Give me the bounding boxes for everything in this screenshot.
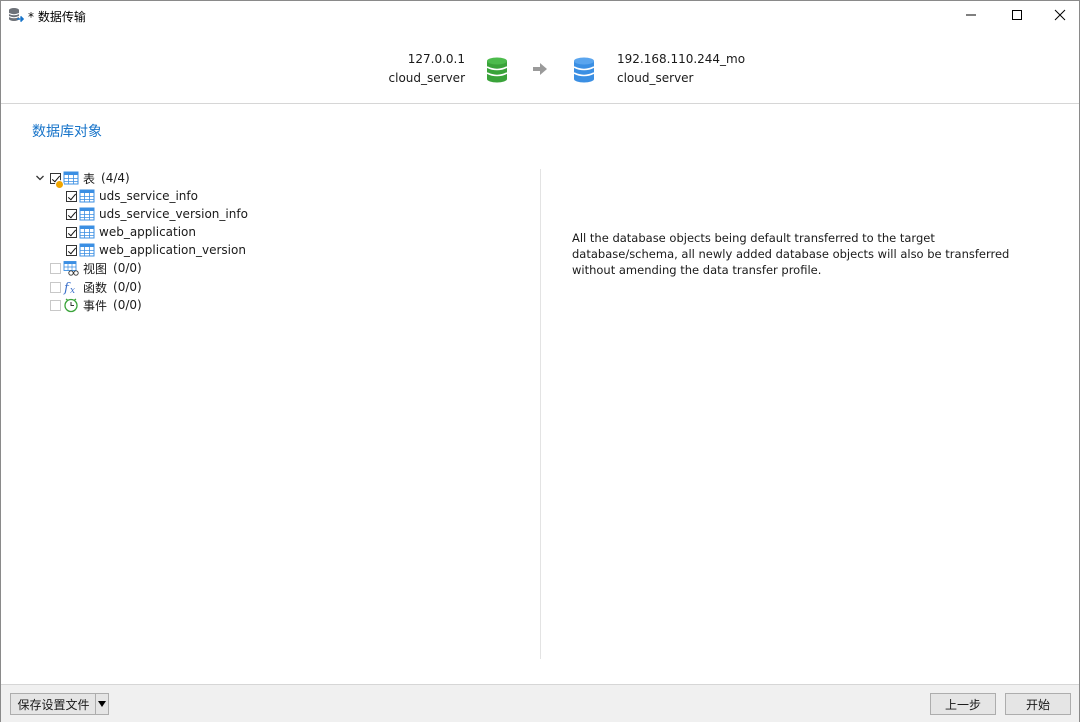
footer-bar: 保存设置文件 上一步 开始 (1, 684, 1079, 722)
table-item-checkbox[interactable] (66, 208, 77, 220)
tree-node-functions[interactable]: f x 函数 (0/0) (50, 278, 142, 296)
table-icon (79, 242, 95, 258)
tree-node-events[interactable]: 事件 (0/0) (50, 296, 142, 314)
db-transfer-icon (8, 7, 25, 23)
view-icon (63, 260, 79, 276)
tables-label: 表 (83, 171, 96, 186)
save-profile-button[interactable]: 保存设置文件 (10, 693, 96, 715)
blue-database-icon (573, 57, 595, 83)
caret-down-icon (98, 701, 106, 707)
functions-label: 函数 (83, 280, 108, 295)
minimize-icon (966, 14, 976, 16)
table-item-label: web_application (99, 225, 197, 239)
functions-count: (0/0) (113, 280, 142, 294)
chevron-down-icon[interactable] (34, 172, 46, 184)
tree-item-table[interactable]: web_application_version (66, 241, 246, 259)
section-title: 数据库对象 (32, 124, 102, 140)
save-profile-dropdown[interactable] (95, 693, 109, 715)
events-count: (0/0) (113, 298, 142, 312)
views-checkbox[interactable] (50, 262, 61, 274)
table-item-label: web_application_version (99, 243, 246, 257)
data-transfer-window: * 数据传输 127.0.0.1 cloud_server 192.168.11… (0, 0, 1080, 722)
minimize-button[interactable] (948, 1, 994, 29)
table-item-checkbox[interactable] (66, 190, 77, 202)
table-item-checkbox[interactable] (66, 244, 77, 256)
close-icon (1054, 9, 1066, 21)
table-item-checkbox[interactable] (66, 226, 77, 238)
table-icon (79, 188, 95, 204)
partial-indicator-icon (55, 179, 64, 189)
target-host: 192.168.110.244_mo (617, 52, 746, 66)
source-connection-name: cloud_server (388, 71, 465, 85)
tree-node-views[interactable]: 视图 (0/0) (50, 259, 142, 277)
tables-count: (4/4) (101, 171, 130, 185)
maximize-icon (1012, 10, 1022, 20)
connection-header: 127.0.0.1 cloud_server 192.168.110.244_m… (1, 29, 1079, 104)
svg-text:x: x (70, 286, 75, 295)
events-label: 事件 (83, 298, 108, 313)
previous-button[interactable]: 上一步 (930, 693, 996, 715)
close-button[interactable] (1037, 1, 1080, 29)
tree-node-tables[interactable]: 表 (4/4) (34, 169, 130, 189)
green-database-icon (486, 57, 508, 83)
table-item-label: uds_service_info (99, 189, 198, 203)
table-item-label: uds_service_version_info (99, 207, 248, 221)
tree-item-table[interactable]: uds_service_version_info (66, 205, 248, 223)
panel-divider (540, 169, 541, 659)
source-host: 127.0.0.1 (407, 52, 465, 66)
tree-item-table[interactable]: uds_service_info (66, 187, 198, 205)
table-icon (79, 206, 95, 222)
views-count: (0/0) (113, 261, 142, 275)
clock-icon (63, 297, 79, 313)
functions-checkbox[interactable] (50, 281, 61, 293)
table-icon (63, 170, 79, 186)
start-button[interactable]: 开始 (1005, 693, 1071, 715)
tree-item-table[interactable]: web_application (66, 223, 196, 241)
events-checkbox[interactable] (50, 299, 61, 311)
title-bar: * 数据传输 (1, 1, 1079, 29)
window-title: * 数据传输 (28, 10, 86, 24)
maximize-button[interactable] (994, 1, 1040, 29)
arrow-right-icon (532, 62, 548, 76)
info-description: All the database objects being default t… (572, 231, 1010, 277)
views-label: 视图 (83, 261, 108, 276)
function-icon: f x (63, 279, 79, 295)
table-icon (79, 224, 95, 240)
target-connection-name: cloud_server (617, 71, 694, 85)
